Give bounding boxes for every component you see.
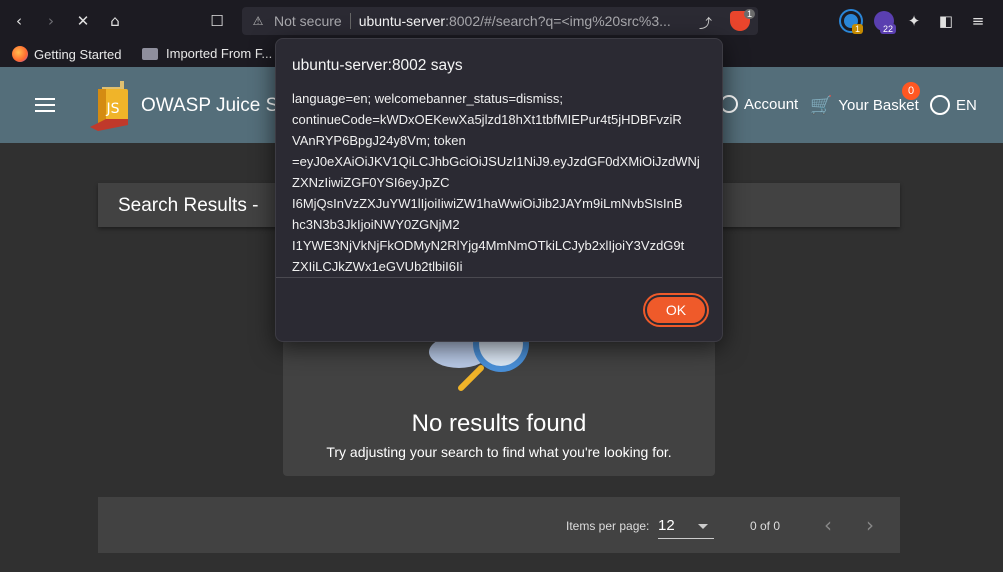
magnifier-illustration-icon (429, 334, 529, 391)
alert-dialog: ubuntu-server:8002 says language=en; wel… (275, 38, 723, 342)
dialog-line: I1YWE3NjVkNjFkODMyN2RlYjg4MmNmOTkiLCJyb2… (292, 238, 685, 253)
chevron-down-icon (698, 524, 708, 529)
address-bar[interactable]: ⚠ Not secure ubuntu-server :8002/#/searc… (242, 7, 758, 35)
items-per-page-label: Items per page: (566, 519, 650, 533)
items-per-page-value: 12 (658, 517, 675, 534)
items-per-page-select[interactable]: 12 (658, 515, 714, 539)
security-status: Not secure (274, 13, 342, 29)
warning-icon: ⚠ (252, 14, 264, 28)
bookmark-icon[interactable]: ☐ (206, 10, 228, 32)
no-results-card: No results found Try adjusting your sear… (283, 334, 715, 476)
url-path: :8002/#/search?q=<img%20src%3... (445, 13, 671, 29)
dialog-divider (276, 277, 722, 278)
share-icon[interactable]: ⤴ (699, 13, 712, 32)
extension-1-badge: 1 (852, 24, 864, 34)
bookmark-label: Getting Started (34, 46, 122, 62)
extension-2-badge: 22 (880, 24, 897, 34)
next-page-icon[interactable]: › (866, 513, 874, 537)
dialog-line: =eyJ0eXAiOiJKV1QiLCJhbGciOiJSUzI1NiJ9.ey… (292, 154, 700, 169)
language-button[interactable]: EN (930, 95, 977, 115)
url-divider (349, 13, 351, 29)
folder-icon (142, 47, 158, 60)
svg-text:JS: JS (105, 101, 119, 117)
stop-icon[interactable]: ✕ (72, 10, 94, 32)
basket-count-badge: 0 (902, 82, 920, 100)
forward-icon[interactable]: › (40, 10, 62, 32)
basket-label: Your Basket (838, 97, 919, 114)
dialog-line: I6MjQsInVzZXJuYW1lIjoiIiwiZW1haWwiOiJib2… (292, 196, 683, 211)
app-title[interactable]: OWASP Juice Sh (141, 95, 289, 117)
basket-button[interactable]: 🛒 Your Basket (810, 95, 919, 116)
language-label: EN (956, 96, 977, 114)
dialog-line: language=en; welcomebanner_status=dismis… (292, 91, 564, 106)
paginator: Items per page: 12 0 of 0 ‹ › (98, 497, 900, 553)
firefox-icon (12, 46, 28, 62)
dialog-message: language=en; welcomebanner_status=dismis… (292, 88, 712, 277)
menu-hamburger-icon[interactable] (35, 98, 55, 112)
menu-icon[interactable]: ≡ (968, 11, 988, 31)
page-range: 0 of 0 (750, 519, 781, 533)
cart-icon: 🛒 (810, 95, 833, 116)
dialog-title: ubuntu-server:8002 says (292, 57, 463, 74)
dialog-line: ZXIiLCJkZWx1eGVUb2tlbiI6Ii (292, 259, 463, 274)
previous-page-icon[interactable]: ‹ (824, 513, 832, 537)
back-icon[interactable]: ‹ (8, 10, 30, 32)
dialog-line: VAnRYP6BpgJ24y8Vm; token (292, 133, 466, 148)
globe-icon (930, 95, 950, 115)
juice-shop-logo[interactable]: JS (88, 79, 134, 131)
search-results-title: Search Results - (118, 195, 259, 216)
ok-button[interactable]: OK (645, 295, 707, 325)
brave-shield-count: 1 (743, 9, 755, 19)
sidebar-toggle-icon[interactable]: ◧ (936, 11, 956, 31)
account-label: Account (744, 95, 799, 113)
no-results-subtitle: Try adjusting your search to find what y… (326, 444, 672, 460)
extensions-puzzle-icon[interactable]: ✦ (904, 11, 924, 31)
account-button[interactable]: Account (720, 95, 798, 113)
dialog-line: ZXNzIiwiZGF0YSI6eyJpZC (292, 175, 450, 190)
url-host: ubuntu-server (358, 13, 446, 29)
home-icon[interactable]: ⌂ (104, 10, 126, 32)
browser-toolbar: ‹ › ✕ ⌂ ☐ ⚠ Not secure ubuntu-server :80… (0, 0, 1003, 42)
dialog-line: continueCode=kWDxOEKewXa5jlzd18hXt1tbfMI… (292, 112, 682, 127)
dialog-line: hc3N3b3JkIjoiNWY0ZGNjM2 (292, 217, 460, 232)
bookmark-label: Imported From F... (166, 46, 273, 61)
bookmark-imported-folder[interactable]: Imported From F... (142, 46, 272, 61)
bookmark-getting-started[interactable]: Getting Started (12, 46, 121, 62)
no-results-title: No results found (411, 410, 587, 437)
